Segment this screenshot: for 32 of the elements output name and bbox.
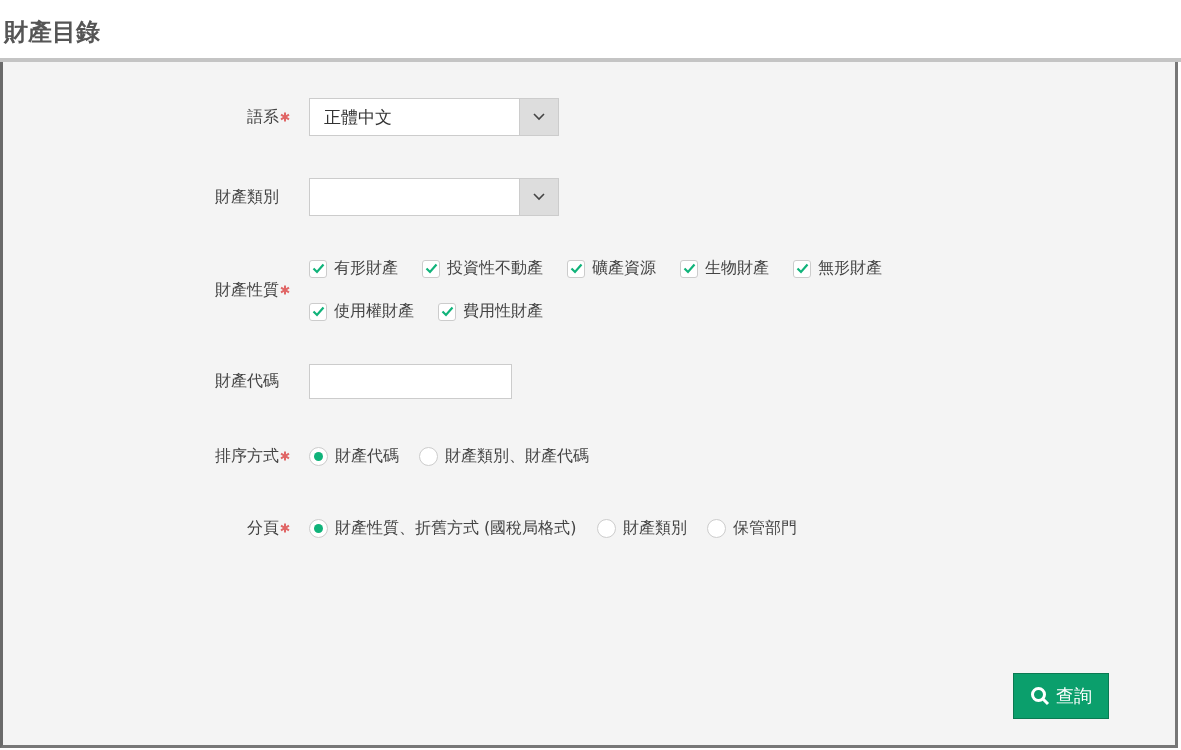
checkbox-option[interactable]: 費用性財產 [438,301,543,322]
dropdown[interactable]: 正體中文 [309,98,559,136]
search-icon [1030,686,1050,706]
radio-option[interactable]: 財產性質、折舊方式 (國稅局格式) [309,513,577,543]
page-title: 財產目錄 [4,17,100,48]
field-label: 財產類別 [215,186,279,208]
checkmark-icon [311,306,325,317]
checkmark-icon [569,263,583,274]
checkbox-option[interactable]: 投資性不動產 [422,258,543,279]
radio-option[interactable]: 財產代碼 [309,441,399,471]
field-label: 分頁 [247,517,279,539]
dropdown[interactable] [309,178,559,216]
field-label: 財產代碼 [215,371,279,392]
radio-option[interactable]: 財產類別 [596,513,687,543]
field-label: 排序方式 [215,445,279,467]
checkbox-option[interactable]: 有形財產 [309,258,398,279]
checkbox-option[interactable]: 使用權財產 [309,301,414,322]
radio-option[interactable]: 財產類別、財產代碼 [419,441,589,471]
code-input-field[interactable] [309,364,512,399]
checkmark-icon [682,263,696,274]
chevron-down-icon [533,113,545,121]
field-label: 財產性質 [215,279,279,301]
checkbox-option[interactable]: 礦產資源 [567,258,656,279]
checkmark-icon [440,306,454,317]
radio-option[interactable]: 保管部門 [706,513,797,543]
chevron-down-icon [533,193,545,201]
checkmark-icon [424,263,438,274]
checkbox-option[interactable]: 無形財產 [793,258,882,279]
checkbox-option[interactable]: 生物財產 [680,258,769,279]
checkmark-icon [311,263,325,274]
checkmark-icon [795,263,809,274]
field-label: 語系 [247,106,279,128]
